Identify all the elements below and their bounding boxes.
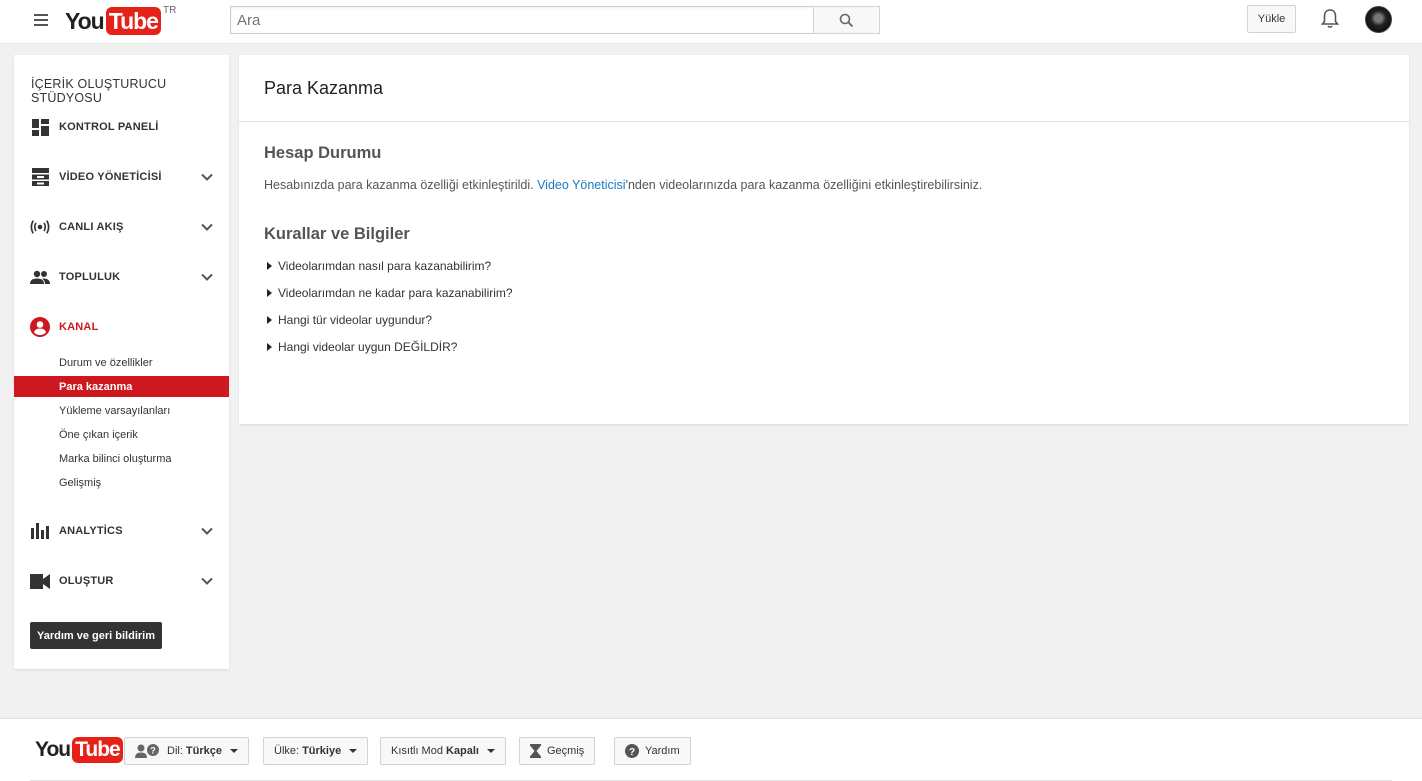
hourglass-icon: [530, 744, 541, 758]
account-status-heading: Hesap Durumu: [264, 144, 382, 162]
notifications-bell-icon[interactable]: [1320, 8, 1340, 30]
language-picker[interactable]: ? Dil: Türkçe: [124, 737, 249, 765]
sidebar-item-video-manager[interactable]: VİDEO YÖNETİCİSİ: [14, 161, 229, 193]
sidebar-subitem-branding[interactable]: Marka bilinci oluşturma: [14, 448, 229, 469]
youtube-logo[interactable]: You Tube TR: [65, 5, 177, 36]
svg-text:?: ?: [629, 747, 635, 758]
rules-heading: Kurallar ve Bilgiler: [264, 225, 410, 243]
sidebar-subitem-monetization[interactable]: Para kazanma: [14, 376, 229, 397]
expand-triangle-icon: [267, 343, 272, 351]
help-feedback-button[interactable]: Yardım ve geri bildirim: [30, 622, 162, 649]
upload-button[interactable]: Yükle: [1247, 5, 1296, 33]
help-button[interactable]: ? Yardım: [614, 737, 691, 765]
sidebar-item-community[interactable]: TOPLULUK: [14, 261, 229, 293]
create-icon: [30, 571, 50, 591]
sidebar-item-label: ANALYTİCS: [59, 525, 123, 537]
sidebar-item-dashboard[interactable]: KONTROL PANELİ: [14, 111, 229, 143]
search-button[interactable]: [813, 6, 880, 34]
footer: You Tube ? Dil: Türkçe Ülke: Türkiye Kısıtl…: [0, 718, 1422, 781]
faq-item[interactable]: Videolarımdan ne kadar para kazanabiliri…: [264, 285, 513, 301]
sidebar-item-channel[interactable]: KANAL: [14, 311, 229, 343]
analytics-icon: [30, 521, 50, 541]
svg-text:?: ?: [150, 746, 156, 756]
chevron-down-icon[interactable]: [200, 170, 214, 184]
channel-icon: [30, 317, 50, 337]
sidebar-item-live[interactable]: CANLI AKIŞ: [14, 211, 229, 243]
chevron-down-icon[interactable]: [200, 524, 214, 538]
country-code: TR: [162, 5, 177, 16]
restricted-mode-picker[interactable]: Kısıtlı Mod Kapalı: [380, 737, 506, 765]
faq-item[interactable]: Hangi tür videolar uygundur?: [264, 312, 432, 328]
divider: [239, 121, 1409, 122]
sidebar-item-label: TOPLULUK: [59, 271, 121, 283]
faq-item[interactable]: Hangi videolar uygun DEĞİLDİR?: [264, 339, 457, 355]
faq-item[interactable]: Videolarımdan nasıl para kazanabilirim?: [264, 258, 491, 274]
community-icon: [30, 267, 50, 287]
sidebar-item-label: OLUŞTUR: [59, 575, 114, 587]
sidebar-item-label: CANLI AKIŞ: [59, 221, 124, 233]
account-status-text: Hesabınızda para kazanma özelliği etkinl…: [264, 178, 983, 192]
studio-title: İÇERİK OLUŞTURUCU STÜDYOSU: [31, 77, 167, 105]
sidebar-item-label: KONTROL PANELİ: [59, 121, 159, 133]
chevron-down-icon[interactable]: [200, 220, 214, 234]
masthead: YouTube TR Yükle: [0, 0, 1422, 44]
sidebar-subitem-featured-content[interactable]: Öne çıkan içerik: [14, 424, 229, 445]
video-manager-icon: [30, 167, 50, 187]
sidebar-item-create[interactable]: OLUŞTUR: [14, 565, 229, 597]
help-icon: ?: [625, 744, 639, 758]
search-icon: [839, 13, 854, 27]
sidebar-subitem-status[interactable]: Durum ve özellikler: [14, 352, 229, 373]
video-manager-link[interactable]: Video Yöneticisi: [537, 178, 626, 192]
dashboard-icon: [30, 117, 50, 137]
sidebar-item-analytics[interactable]: ANALYTİCS: [14, 515, 229, 547]
monetization-card: Para Kazanma Hesap Durumu Hesabınızda pa…: [239, 55, 1409, 424]
footer-youtube-logo[interactable]: You Tube: [35, 737, 123, 763]
chevron-down-icon[interactable]: [200, 574, 214, 588]
live-icon: [30, 217, 50, 237]
studio-sidebar: İÇERİK OLUŞTURUCU STÜDYOSU KONTROL PANEL…: [14, 55, 229, 669]
language-icon: ?: [135, 744, 161, 758]
sidebar-subitem-upload-defaults[interactable]: Yükleme varsayılanları: [14, 400, 229, 421]
page-title: Para Kazanma: [264, 78, 384, 98]
avatar[interactable]: [1365, 6, 1392, 33]
sidebar-item-label: VİDEO YÖNETİCİSİ: [59, 171, 162, 183]
history-button[interactable]: Geçmiş: [519, 737, 596, 765]
expand-triangle-icon: [267, 316, 272, 324]
menu-icon[interactable]: [34, 14, 48, 26]
expand-triangle-icon: [267, 289, 272, 297]
country-picker[interactable]: Ülke: Türkiye: [263, 737, 369, 765]
search-input[interactable]: [230, 6, 814, 34]
chevron-down-icon[interactable]: [200, 270, 214, 284]
sidebar-item-label: KANAL: [59, 321, 99, 333]
expand-triangle-icon: [267, 262, 272, 270]
sidebar-subitem-advanced[interactable]: Gelişmiş: [14, 472, 229, 493]
